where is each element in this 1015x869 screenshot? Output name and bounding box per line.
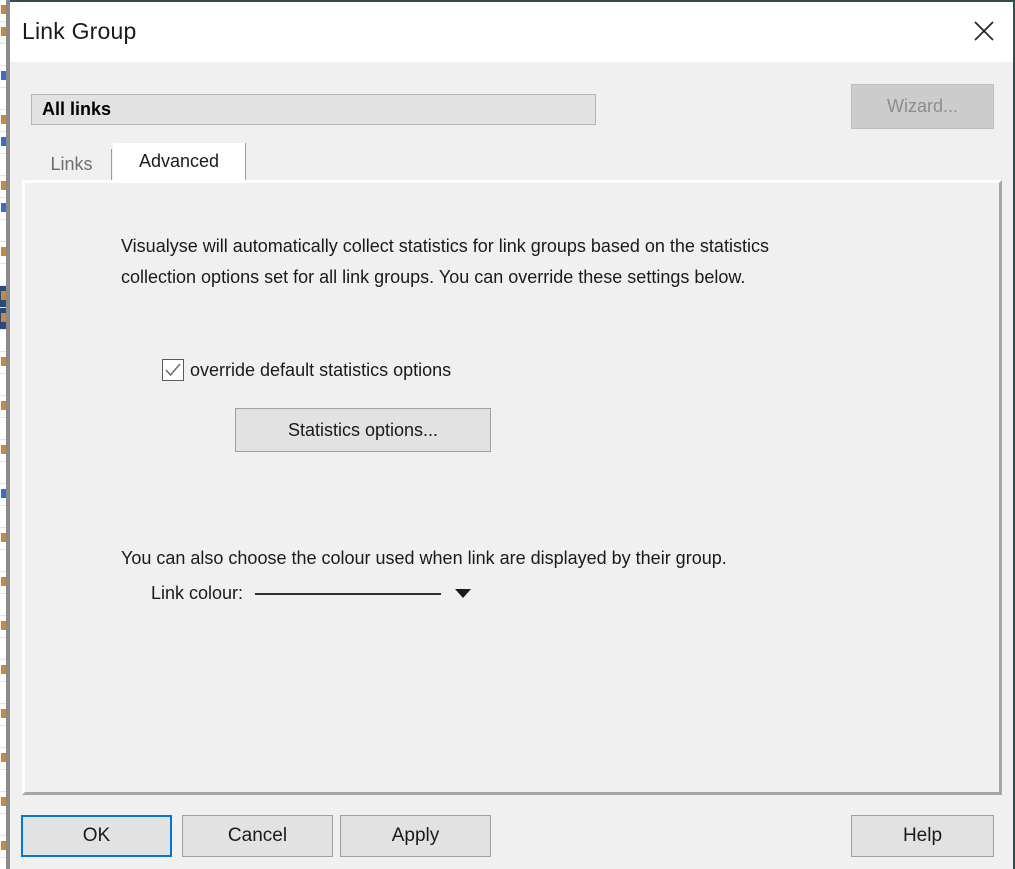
tab-advanced[interactable]: Advanced [113, 143, 246, 180]
tab-links[interactable]: Links [32, 149, 112, 180]
intro-text-line-2: collection options set for all link grou… [121, 267, 746, 287]
link-colour-swatch [255, 592, 442, 595]
wizard-button-label: Wizard... [886, 96, 958, 116]
cancel-button[interactable]: Cancel [182, 815, 333, 857]
intro-text-line-1: Visualyse will automatically collect sta… [121, 236, 769, 256]
statistics-options-button[interactable]: Statistics options... [235, 408, 491, 452]
ok-button-label: OK [82, 825, 111, 846]
statistics-options-button-label: Statistics options... [287, 419, 439, 440]
close-button[interactable] [955, 2, 1013, 60]
colour-intro-text: You can also choose the colour used when… [121, 548, 727, 568]
group-name-value: All links [42, 99, 112, 119]
tab-advanced-label: Advanced [138, 151, 220, 171]
dialog-title: Link Group [22, 18, 137, 44]
help-button-label: Help [902, 825, 943, 846]
link-colour-label: Link colour: [151, 583, 244, 603]
link-colour-dropdown[interactable] [255, 589, 472, 598]
chevron-down-icon [455, 589, 472, 598]
apply-button-label: Apply [391, 825, 440, 846]
checkmark-icon [165, 363, 181, 377]
close-icon [974, 21, 994, 41]
tab-links-label: Links [50, 154, 93, 174]
link-group-dialog: Link Group All links Wizard... Links Adv… [10, 0, 1015, 869]
ok-button[interactable]: OK [21, 815, 172, 857]
tabstrip: Links Advanced [22, 143, 1002, 180]
cancel-button-label: Cancel [227, 825, 288, 846]
dialog-titlebar: Link Group [10, 2, 1013, 62]
override-statistics-checkbox[interactable] [162, 359, 184, 381]
apply-button[interactable]: Apply [340, 815, 491, 857]
override-statistics-label: override default statistics options [190, 359, 452, 380]
advanced-tab-panel: Visualyse will automatically collect sta… [22, 180, 1002, 795]
wizard-button[interactable]: Wizard... [851, 84, 994, 129]
link-colour-row: Link colour: [151, 583, 472, 604]
override-statistics-checkbox-row[interactable]: override default statistics options [162, 359, 451, 381]
help-button[interactable]: Help [851, 815, 994, 857]
group-name-field[interactable]: All links [31, 94, 596, 125]
